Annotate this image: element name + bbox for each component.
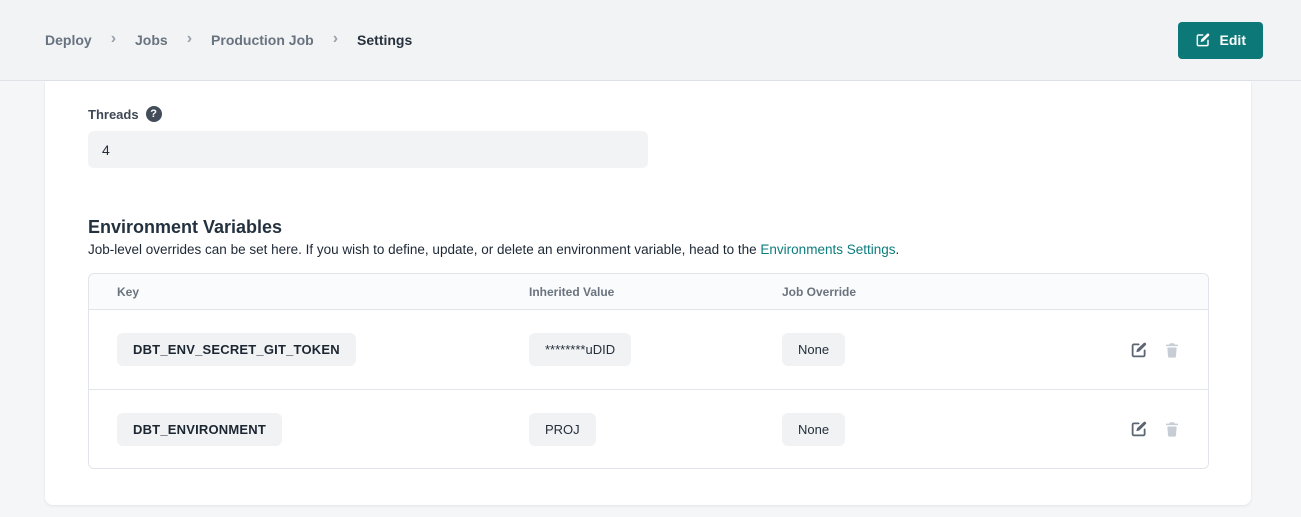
env-var-table-body: DBT_ENV_SECRET_GIT_TOKEN ********uDID No… — [89, 310, 1208, 468]
env-var-row: DBT_ENVIRONMENT PROJ None — [89, 389, 1208, 468]
breadcrumb: Deploy › Jobs › Production Job › Setting… — [45, 32, 412, 48]
breadcrumb-item-production-job[interactable]: Production Job — [211, 32, 314, 48]
top-bar: Deploy › Jobs › Production Job › Setting… — [0, 0, 1301, 81]
env-vars-title: Environment Variables — [88, 217, 1209, 238]
edit-variable-button[interactable] — [1130, 420, 1148, 438]
env-var-inherited-value-pill: PROJ — [529, 413, 596, 446]
env-vars-table-header: Key Inherited Value Job Override — [89, 274, 1208, 310]
column-header-job-override: Job Override — [782, 285, 1208, 299]
delete-variable-button[interactable] — [1163, 420, 1181, 438]
edit-button-label: Edit — [1220, 32, 1246, 48]
chevron-right-icon: › — [187, 31, 192, 47]
env-vars-description-text: Job-level overrides can be set here. If … — [88, 242, 760, 257]
job-settings-card: Threads ? Environment Variables Job-leve… — [45, 81, 1251, 505]
trash-icon — [1163, 341, 1181, 359]
help-icon[interactable]: ? — [146, 106, 162, 122]
breadcrumb-item-deploy[interactable]: Deploy — [45, 32, 92, 48]
env-vars-description: Job-level overrides can be set here. If … — [88, 242, 1209, 257]
settings-page: Threads ? Environment Variables Job-leve… — [0, 81, 1301, 505]
environments-settings-link[interactable]: Environments Settings — [760, 242, 895, 257]
edit-pencil-icon — [1195, 32, 1211, 48]
threads-label: Threads — [88, 107, 139, 122]
env-var-job-override-pill: None — [782, 413, 845, 446]
env-var-job-override-pill: None — [782, 333, 845, 366]
delete-variable-button[interactable] — [1163, 341, 1181, 359]
column-header-key: Key — [89, 285, 529, 299]
chevron-right-icon: › — [333, 31, 338, 47]
edit-variable-button[interactable] — [1130, 341, 1148, 359]
edit-button[interactable]: Edit — [1178, 22, 1263, 59]
env-vars-table: Key Inherited Value Job Override DBT_ENV… — [88, 273, 1209, 469]
breadcrumb-item-jobs[interactable]: Jobs — [135, 32, 168, 48]
env-var-inherited-value-pill: ********uDID — [529, 333, 631, 366]
env-var-row: DBT_ENV_SECRET_GIT_TOKEN ********uDID No… — [89, 310, 1208, 389]
env-var-key-pill: DBT_ENVIRONMENT — [117, 413, 282, 446]
env-vars-description-period: . — [896, 242, 900, 257]
trash-icon — [1163, 420, 1181, 438]
breadcrumb-item-settings: Settings — [357, 32, 412, 48]
column-header-inherited-value: Inherited Value — [529, 285, 782, 299]
edit-pencil-icon — [1130, 420, 1148, 438]
chevron-right-icon: › — [111, 31, 116, 47]
edit-pencil-icon — [1130, 341, 1148, 359]
env-var-key-pill: DBT_ENV_SECRET_GIT_TOKEN — [117, 333, 356, 366]
threads-input[interactable] — [88, 131, 648, 168]
